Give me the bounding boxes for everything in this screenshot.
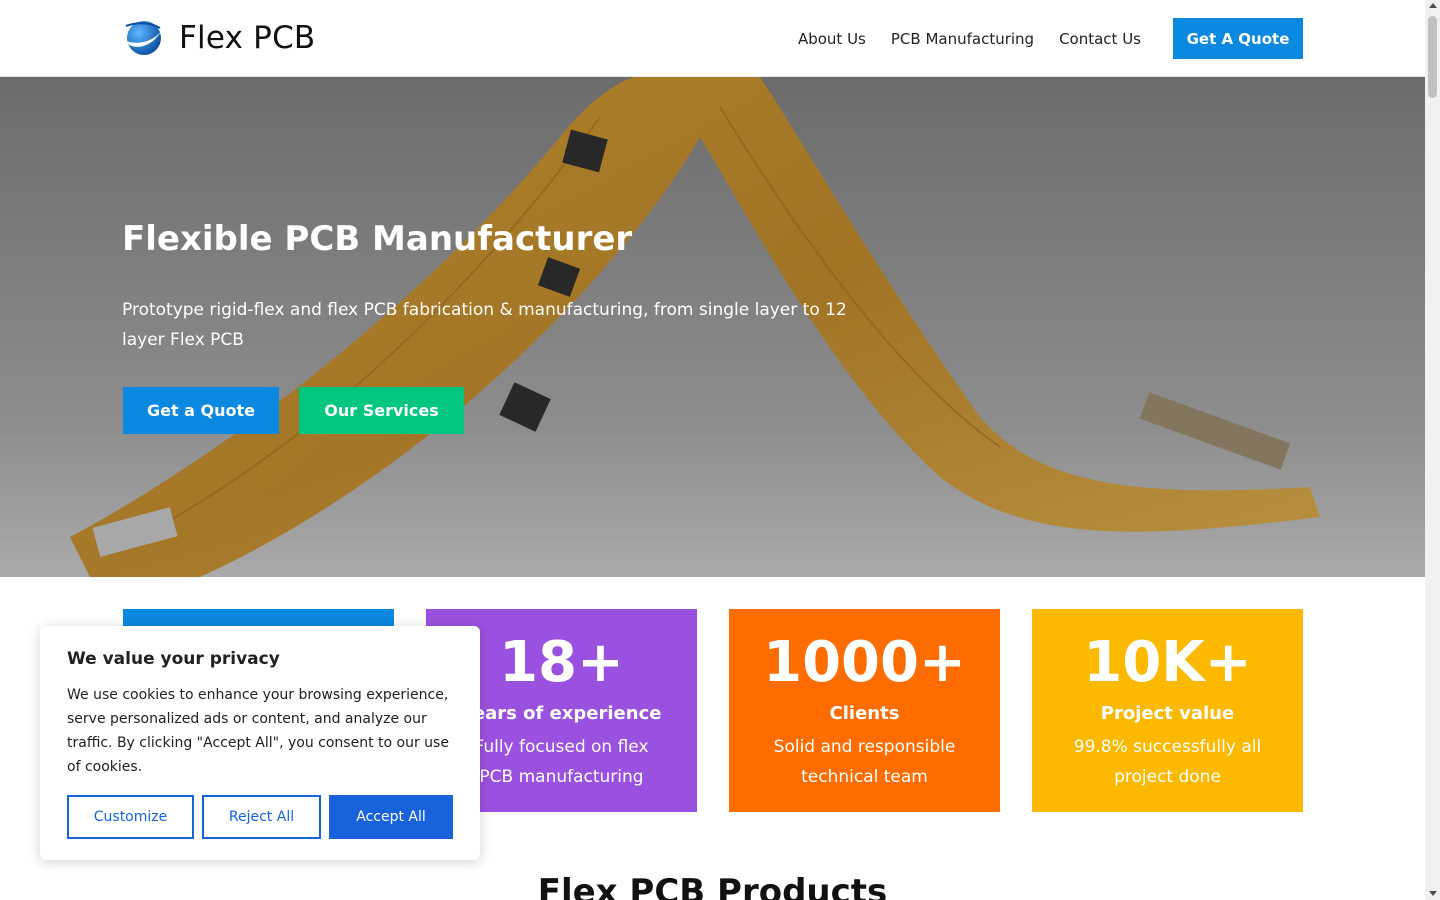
scroll-up-arrow-icon[interactable] xyxy=(1429,3,1437,8)
hero-subtitle: Prototype rigid-flex and flex PCB fabric… xyxy=(122,300,847,350)
page-scrollbar[interactable] xyxy=(1425,0,1440,900)
get-a-quote-button[interactable]: Get a Quote xyxy=(123,387,279,434)
stat-number: 1000+ xyxy=(763,630,966,695)
hero-section: Flexible PCB Manufacturer Prototype rigi… xyxy=(0,77,1425,577)
cookie-text: We use cookies to enhance your browsing … xyxy=(67,687,449,775)
cookie-consent-banner: We value your privacy We use cookies to … xyxy=(40,626,480,860)
get-a-quote-nav-button[interactable]: Get A Quote xyxy=(1173,18,1303,59)
site-logo[interactable]: Flex PCB xyxy=(122,18,315,58)
hero-title: Flexible PCB Manufacturer xyxy=(122,219,633,259)
stat-title: Project value xyxy=(1100,703,1235,724)
stat-description: Solid and responsible technical team xyxy=(773,737,956,787)
cookie-title: We value your privacy xyxy=(67,649,280,669)
logo-text: Flex PCB xyxy=(179,20,316,56)
products-section-title: Flex PCB Products xyxy=(537,872,888,900)
stat-description: Fully focused on flex PCB manufacturing xyxy=(474,737,649,787)
nav-pcb-manufacturing[interactable]: PCB Manufacturing xyxy=(891,30,1034,48)
scroll-down-arrow-icon[interactable] xyxy=(1429,891,1437,896)
stat-number: 10K+ xyxy=(1083,630,1252,695)
customize-button[interactable]: Customize xyxy=(67,795,194,839)
stat-card-project-value: 10K+ Project value 99.8% successfully al… xyxy=(1032,609,1303,812)
main-nav: About Us PCB Manufacturing Contact Us Ge… xyxy=(773,0,1303,77)
globe-swoosh-icon xyxy=(124,21,162,55)
nav-contact-us[interactable]: Contact Us xyxy=(1059,30,1141,48)
scroll-thumb[interactable] xyxy=(1428,16,1437,98)
site-header: Flex PCB About Us PCB Manufacturing Cont… xyxy=(0,0,1425,77)
reject-all-button[interactable]: Reject All xyxy=(202,795,321,839)
stat-description: 99.8% successfully all project done xyxy=(1073,737,1262,787)
accept-all-button[interactable]: Accept All xyxy=(329,795,453,839)
nav-about-us[interactable]: About Us xyxy=(798,30,866,48)
stat-card-clients: 1000+ Clients Solid and responsible tech… xyxy=(729,609,1000,812)
stat-title: Clients xyxy=(829,703,900,724)
our-services-button[interactable]: Our Services xyxy=(299,387,464,434)
